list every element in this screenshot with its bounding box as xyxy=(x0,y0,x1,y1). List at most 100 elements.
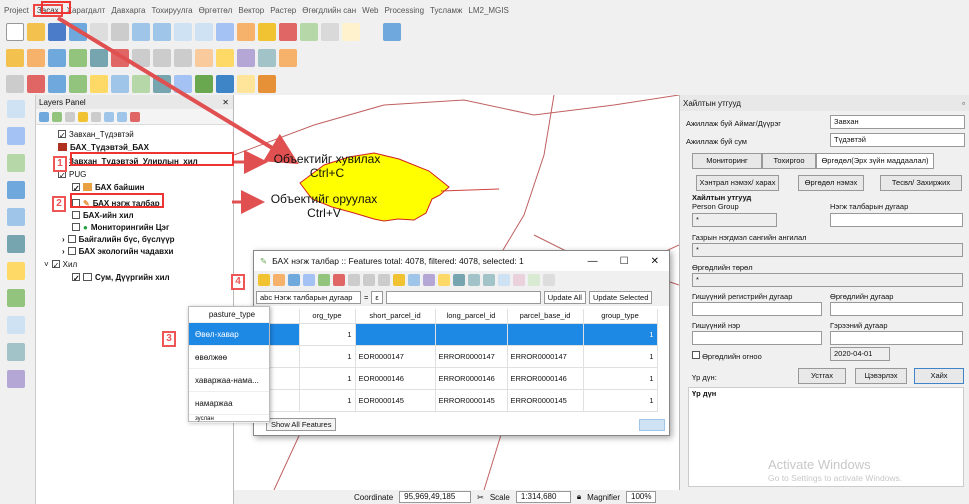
new-field-icon[interactable] xyxy=(498,274,510,286)
table-cell[interactable]: ERROR0000145 xyxy=(435,389,508,412)
reset-button[interactable]: Цэвэрлэх xyxy=(855,368,907,384)
table-cell[interactable] xyxy=(355,323,436,346)
app-no-input[interactable] xyxy=(830,302,963,316)
scale-field[interactable]: 1:314,680 xyxy=(515,491,571,503)
table-cell[interactable]: ERROR0000147 xyxy=(507,345,584,368)
field-calculator-icon[interactable] xyxy=(528,274,540,286)
table-cell[interactable]: 1 xyxy=(583,367,658,390)
coordinate-field[interactable]: 95,969,49,185 xyxy=(399,491,472,503)
highlight-season-layer xyxy=(70,152,234,166)
table-cell[interactable]: 1 xyxy=(583,345,658,368)
aimag-select[interactable]: Завхан xyxy=(830,115,965,129)
paste-icon[interactable] xyxy=(378,274,390,286)
magnifier-field[interactable]: 100% xyxy=(626,491,657,503)
update-all-button[interactable]: Update All xyxy=(543,291,586,304)
expression-input[interactable] xyxy=(385,291,541,304)
app-date-input[interactable]: 2020-04-01 xyxy=(830,347,890,361)
column-header[interactable]: long_parcel_id xyxy=(435,309,508,324)
sum-select[interactable]: Түдэвтэй xyxy=(830,133,965,147)
delete-field-icon[interactable] xyxy=(513,274,525,286)
table-cell[interactable]: 1 xyxy=(299,323,356,346)
filter-icon[interactable] xyxy=(438,274,450,286)
dialog-titlebar: ✎ БАХ нэгж талбар :: Features total: 407… xyxy=(254,251,669,271)
search-button[interactable]: Хайх xyxy=(914,368,964,384)
tab-applications[interactable]: Өргөдөл(Эрх зүйн маддаалал) xyxy=(816,153,934,169)
contract-view-button[interactable]: Хэнтрал нэмэх/ харах xyxy=(696,175,779,191)
table-cell[interactable] xyxy=(435,323,508,346)
toggle-edit-icon[interactable] xyxy=(258,274,270,286)
minimize-icon[interactable]: — xyxy=(588,256,598,267)
update-selected-button[interactable]: Update Selected xyxy=(588,291,653,304)
table-cell[interactable]: ERROR0000147 xyxy=(435,345,508,368)
column-header[interactable]: group_type xyxy=(583,309,658,324)
save-icon[interactable] xyxy=(288,274,300,286)
maximize-icon[interactable]: ☐ xyxy=(620,256,629,267)
table-row[interactable]: 1 EOR0000147 ERROR0000147 ERROR0000147 1 xyxy=(254,345,658,368)
dropdown-item[interactable]: намаржаа xyxy=(189,392,269,415)
add-application-button[interactable]: Өргөдөл нэмэх xyxy=(798,175,864,191)
table-cell[interactable]: 1 xyxy=(299,367,356,390)
dropdown-item[interactable]: Өвөл-хавар xyxy=(189,323,269,346)
table-cell[interactable]: ERROR0000146 xyxy=(507,367,584,390)
app-date-checkbox[interactable] xyxy=(692,351,700,359)
parcel-no-input[interactable] xyxy=(830,213,963,227)
table-cell[interactable]: 1 xyxy=(299,345,356,368)
result-box-title: Үр дүн xyxy=(692,389,717,398)
table-row[interactable]: 1 EOR0000145 ERROR0000145 ERROR0000145 1 xyxy=(254,389,658,412)
app-no-label: Өргөдлийн дугаар xyxy=(830,292,894,301)
float-icon[interactable]: ▫ xyxy=(962,99,965,108)
dropdown-item[interactable]: зуслан xyxy=(189,415,269,423)
person-group-select[interactable]: * xyxy=(692,213,777,227)
column-header[interactable]: org_type xyxy=(299,309,356,324)
field-select[interactable]: abc Нэгж талбарын дугаар xyxy=(256,291,361,304)
contract-no-label: Гэрээний дугаар xyxy=(830,321,888,330)
copy-icon[interactable] xyxy=(363,274,375,286)
dropdown-item[interactable]: хаваржаа-нама... xyxy=(189,369,269,392)
show-all-features-button[interactable]: Show All Features xyxy=(266,418,337,431)
tab-monitoring[interactable]: Мониторинг xyxy=(692,153,762,169)
column-header[interactable]: parcel_base_id xyxy=(507,309,584,324)
delete-icon[interactable] xyxy=(333,274,345,286)
dropdown-header: pasture_type xyxy=(189,307,269,323)
coordinate-label: Coordinate xyxy=(354,492,394,502)
table-row[interactable]: 1 EOR0000146 ERROR0000146 ERROR0000146 1 xyxy=(254,367,658,390)
table-cell[interactable]: 1 xyxy=(583,323,658,346)
field-update-bar: abc Нэгж талбарын дугаар = ε Update All … xyxy=(254,289,669,306)
extents-icon[interactable]: ✂ xyxy=(477,493,484,502)
citizen-reg-input[interactable] xyxy=(692,302,822,316)
pan-to-icon[interactable] xyxy=(468,274,480,286)
scale-label: Scale xyxy=(489,492,510,502)
zoom-to-icon[interactable] xyxy=(483,274,495,286)
table-cell[interactable] xyxy=(507,323,584,346)
reload-icon[interactable] xyxy=(303,274,315,286)
add-feature-icon[interactable] xyxy=(318,274,330,286)
column-header[interactable]: short_parcel_id xyxy=(355,309,436,324)
contract-no-input[interactable] xyxy=(830,331,963,345)
table-cell[interactable]: ERROR0000146 xyxy=(435,367,508,390)
db-class-select[interactable]: * xyxy=(692,243,963,257)
conditional-format-icon[interactable] xyxy=(543,274,555,286)
table-cell[interactable]: 1 xyxy=(299,389,356,412)
lock-icon[interactable]: 🔒︎ xyxy=(577,492,581,502)
table-cell[interactable]: EOR0000145 xyxy=(355,389,436,412)
move-selection-icon[interactable] xyxy=(453,274,465,286)
cut-icon[interactable] xyxy=(348,274,360,286)
app-type-select[interactable]: * xyxy=(692,273,963,287)
close-icon[interactable]: ✕ xyxy=(651,256,659,267)
table-cell[interactable]: EOR0000146 xyxy=(355,367,436,390)
table-cell[interactable]: ERROR0000145 xyxy=(507,389,584,412)
table-cell[interactable]: 1 xyxy=(583,389,658,412)
decision-button[interactable]: Тесвл/ Захиржих xyxy=(880,175,962,191)
table-cell[interactable]: EOR0000147 xyxy=(355,345,436,368)
clear-button[interactable]: Устгах xyxy=(798,368,846,384)
select-expression-icon[interactable] xyxy=(393,274,405,286)
multi-edit-icon[interactable] xyxy=(273,274,285,286)
invert-selection-icon[interactable] xyxy=(423,274,435,286)
table-view-toggle-icon[interactable] xyxy=(639,419,665,431)
select-all-icon[interactable] xyxy=(408,274,420,286)
tab-settings[interactable]: Тохиргоо xyxy=(762,153,816,169)
table-row[interactable]: 1 1 xyxy=(254,323,658,346)
member-name-input[interactable] xyxy=(692,331,822,345)
expression-button[interactable]: ε xyxy=(371,291,383,304)
dropdown-item[interactable]: өвөлжөө xyxy=(189,346,269,369)
